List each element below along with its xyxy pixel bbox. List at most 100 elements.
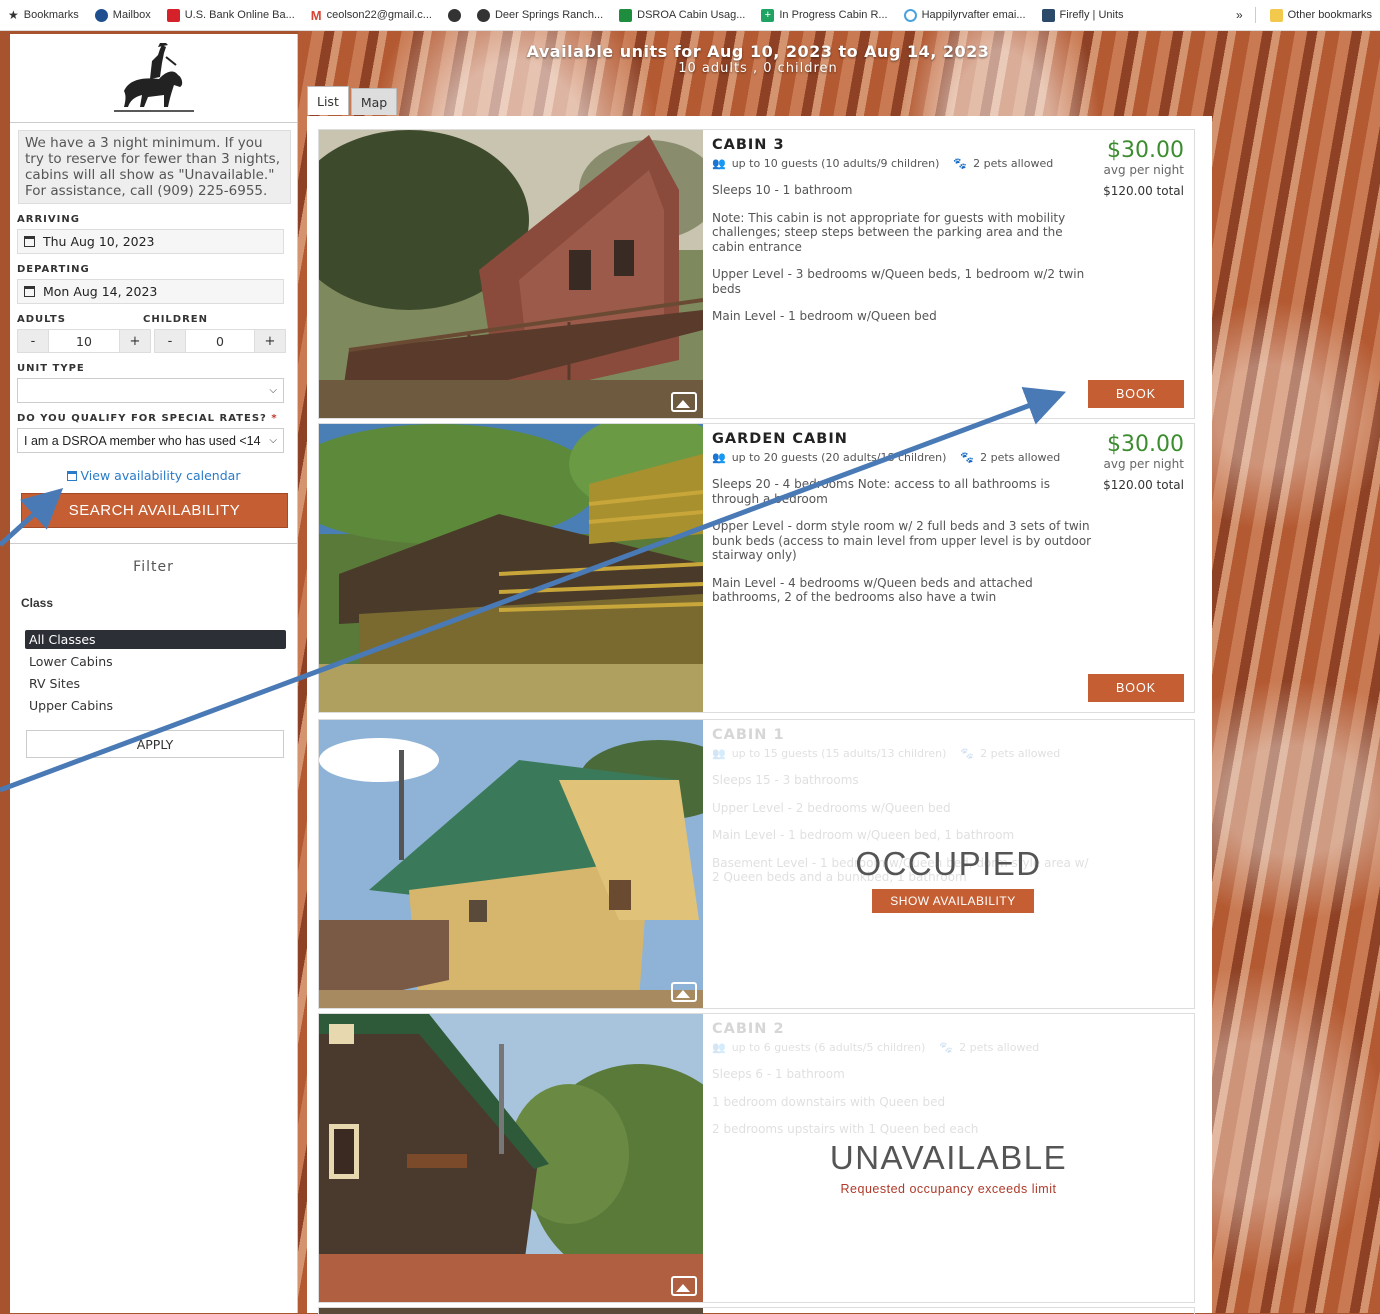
arriving-date-field[interactable]: Thu Aug 10, 2023 (17, 229, 284, 254)
folder-icon (1269, 8, 1283, 22)
unit-description: Sleeps 6 - 1 bathroom 1 bedroom downstai… (712, 1067, 979, 1136)
unit-type-label: UNIT TYPE (17, 363, 85, 374)
gmail-icon: M (310, 7, 322, 23)
class-option-all[interactable]: All Classes (25, 630, 286, 649)
unit-name: GARDEN CABIN (712, 431, 848, 447)
unit-capacity: 👥 up to 15 guests (15 adults/13 children)… (712, 747, 1061, 760)
bookmarks-overflow-button[interactable]: » (1236, 8, 1243, 22)
other-bookmarks[interactable]: Other bookmarks (1262, 8, 1380, 22)
unit-capacity: 👥 up to 20 guests (20 adults/18 children)… (712, 451, 1061, 464)
users-icon: 👥 (712, 747, 726, 760)
paw-icon: 🐾 (960, 747, 975, 760)
special-rates-label: DO YOU QUALIFY FOR SPECIAL RATES? * (17, 413, 278, 424)
occupied-status: OCCUPIED (855, 845, 1042, 882)
unit-info: GARDEN CABIN 👥 up to 20 guests (20 adults… (712, 424, 1092, 605)
bookmark-deer-springs[interactable]: Deer Springs Ranch... (469, 8, 611, 22)
book-button[interactable]: BOOK (1088, 380, 1184, 408)
view-tabs: List Map (307, 86, 398, 115)
gallery-icon[interactable] (671, 1276, 697, 1296)
cabin-2-photo[interactable] (319, 1014, 703, 1302)
search-sidebar: We have a 3 night minimum. If you try to… (10, 34, 298, 1313)
garden-cabin-photo[interactable] (319, 424, 703, 712)
unit-card-garden-cabin: GARDEN CABIN 👥 up to 20 guests (20 adults… (318, 423, 1195, 713)
departing-date-field[interactable]: Mon Aug 14, 2023 (17, 279, 284, 304)
adults-decrement-button[interactable]: - (17, 329, 49, 353)
class-option-lower-cabins[interactable]: Lower Cabins (25, 651, 286, 673)
unit-capacity: 👥 up to 10 guests (10 adults/9 children) … (712, 157, 1054, 170)
firefly-icon (1041, 8, 1055, 22)
minimum-stay-notice: We have a 3 night minimum. If you try to… (18, 130, 291, 204)
price-total: $120.00 total (1103, 478, 1184, 492)
chevron-down-icon: ⌵ (269, 435, 277, 446)
users-icon: 👥 (712, 157, 726, 170)
bookmark-usbank[interactable]: U.S. Bank Online Ba... (159, 8, 303, 22)
star-icon: ★ (8, 8, 19, 22)
bookmark-dsroa-usage[interactable]: DSROA Cabin Usag... (611, 8, 753, 22)
unit-price: $30.00 avg per night $120.00 total (1103, 432, 1184, 492)
filter-title: Filter (133, 559, 174, 575)
gallery-icon[interactable] (671, 982, 697, 1002)
unit-type-select[interactable]: ⌵ (17, 378, 284, 403)
cabin-3-photo[interactable] (319, 130, 703, 418)
bookmark-firefly[interactable]: Firefly | Units (1034, 8, 1132, 22)
special-rates-select[interactable]: I am a DSROA member who has used <14 ⌵ (17, 428, 284, 453)
children-stepper: - 0 + (154, 329, 286, 353)
plus-icon: + (761, 8, 775, 22)
unit-price: $30.00 avg per night $120.00 total (1103, 138, 1184, 198)
unit-card-cabin-2: CABIN 2 👥 up to 6 guests (6 adults/5 chil… (318, 1013, 1195, 1303)
class-option-upper-cabins[interactable]: Upper Cabins (25, 695, 286, 717)
bookmark-in-progress[interactable]: + In Progress Cabin R... (753, 8, 895, 22)
unavailable-status: UNAVAILABLE (829, 1139, 1068, 1176)
price-amount: $30.00 (1107, 432, 1184, 457)
users-icon: 👥 (712, 1041, 726, 1054)
book-button[interactable]: BOOK (1088, 674, 1184, 702)
price-per-night-label: avg per night (1103, 163, 1184, 177)
apply-filter-button[interactable]: APPLY (26, 730, 284, 758)
adults-input[interactable]: 10 (49, 329, 119, 353)
unit-name: CABIN 1 (712, 727, 785, 743)
horse-rider-logo (113, 43, 194, 112)
cabin-1-photo[interactable] (319, 720, 703, 1008)
bookmark-globe[interactable] (440, 8, 469, 22)
required-mark: * (271, 413, 278, 424)
bookmark-happilyrvafter[interactable]: Happilyrvafter emai... (896, 8, 1034, 22)
class-list: All Classes Lower Cabins RV Sites Upper … (25, 630, 286, 717)
bookmark-mailbox[interactable]: Mailbox (87, 8, 159, 22)
children-decrement-button[interactable]: - (154, 329, 186, 353)
tab-list[interactable]: List (307, 86, 349, 115)
arriving-label: ARRIVING (17, 214, 80, 225)
mailbox-icon (94, 8, 108, 22)
unavailable-reason: Requested occupancy exceeds limit (840, 1182, 1057, 1196)
bookmark-gmail[interactable]: Mceolson22@gmail.c... (303, 8, 440, 23)
children-increment-button[interactable]: + (254, 329, 286, 353)
unit-card-cabin-1: CABIN 1 👥 up to 15 guests (15 adults/13 c… (318, 719, 1195, 1009)
swirl-icon (903, 8, 917, 22)
gallery-icon[interactable] (671, 392, 697, 412)
calendar-icon (24, 286, 35, 297)
children-input[interactable]: 0 (186, 329, 254, 353)
bookmarks-bar: ★ Bookmarks Mailbox U.S. Bank Online Ba..… (0, 0, 1380, 31)
divider (10, 543, 297, 544)
show-availability-button[interactable]: SHOW AVAILABILITY (872, 889, 1034, 913)
unit-card-cabin-3: CABIN 3 👥 up to 10 guests (10 adults/9 ch… (318, 129, 1195, 419)
unit-description: Sleeps 10 - 1 bathroom Note: This cabin … (712, 183, 1085, 323)
price-amount: $30.00 (1107, 138, 1184, 163)
class-option-rv-sites[interactable]: RV Sites (25, 673, 286, 695)
view-availability-calendar-link[interactable]: View availability calendar (10, 468, 297, 483)
chevron-down-icon: ⌵ (269, 385, 277, 396)
tab-map[interactable]: Map (350, 88, 398, 115)
sheets-icon (619, 8, 633, 22)
users-icon: 👥 (712, 451, 726, 464)
page-title: Available units for Aug 10, 2023 to Aug … (526, 42, 990, 61)
divider (1254, 7, 1256, 23)
search-availability-button[interactable]: SEARCH AVAILABILITY (21, 493, 288, 528)
adults-stepper: - 10 + (17, 329, 151, 353)
unit-name: CABIN 3 (712, 137, 785, 153)
price-per-night-label: avg per night (1103, 457, 1184, 471)
paw-icon: 🐾 (953, 157, 968, 170)
calendar-icon (66, 471, 77, 481)
adults-increment-button[interactable]: + (119, 329, 151, 353)
adults-label: ADULTS (17, 314, 66, 325)
bookmark-bookmarks[interactable]: ★ Bookmarks (0, 8, 87, 22)
calendar-icon (24, 236, 35, 247)
